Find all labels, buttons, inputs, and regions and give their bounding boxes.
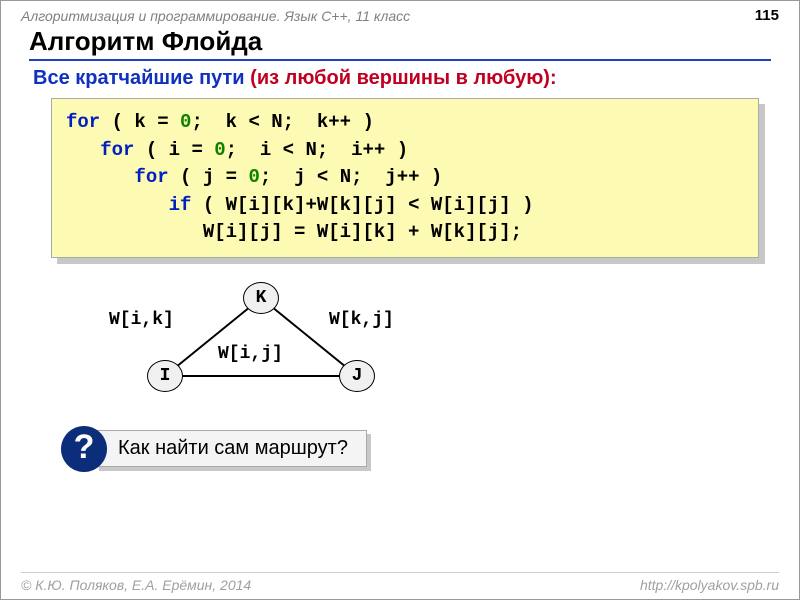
code-l2b: ; i < N; i++ ) xyxy=(226,139,408,161)
code-l3a: ( j = xyxy=(169,166,249,188)
code-box: for ( k = 0; k < N; k++ ) for ( i = 0; i… xyxy=(51,98,759,258)
header-bar: Алгоритмизация и программирование. Язык … xyxy=(1,1,799,26)
graph-diagram: K I J W[i,k] W[k,j] W[i,j] xyxy=(101,278,481,398)
question-mark-icon: ? xyxy=(61,426,107,472)
code-l4: ( W[i][k]+W[k][j] < W[i][j] ) xyxy=(191,194,533,216)
indent-4 xyxy=(66,194,169,216)
num-0-1: 0 xyxy=(180,111,191,133)
subtitle-prefix: Все кратчайшие пути xyxy=(33,67,250,89)
subtitle-paren: (из любой вершины в любую): xyxy=(250,67,556,89)
footer-copyright: © К.Ю. Поляков, Е.А. Ерёмин, 2014 xyxy=(21,577,251,593)
question-row: ? Как найти сам маршрут? xyxy=(61,426,799,472)
kw-for-1: for xyxy=(66,111,100,133)
slide-title: Алгоритм Флойда xyxy=(29,26,771,61)
code-block: for ( k = 0; k < N; k++ ) for ( i = 0; i… xyxy=(51,98,759,258)
edge-label-ij: W[i,j] xyxy=(218,344,283,364)
edge-label-kj: W[k,j] xyxy=(329,310,394,330)
footer: © К.Ю. Поляков, Е.А. Ерёмин, 2014 http:/… xyxy=(21,572,779,593)
kw-for-2: for xyxy=(100,139,134,161)
kw-for-3: for xyxy=(134,166,168,188)
num-0-3: 0 xyxy=(248,166,259,188)
node-k: K xyxy=(243,282,279,314)
subtitle: Все кратчайшие пути (из любой вершины в … xyxy=(33,67,771,90)
code-l1b: ; k < N; k++ ) xyxy=(191,111,373,133)
indent-3 xyxy=(66,166,134,188)
slide: Алгоритмизация и программирование. Язык … xyxy=(0,0,800,600)
course-name: Алгоритмизация и программирование. Язык … xyxy=(21,8,410,24)
question-box-wrap: Как найти сам маршрут? xyxy=(95,430,367,467)
footer-url: http://kpolyakov.spb.ru xyxy=(640,577,779,593)
kw-if: if xyxy=(169,194,192,216)
node-i: I xyxy=(147,360,183,392)
indent-2 xyxy=(66,139,100,161)
edge-label-ik: W[i,k] xyxy=(109,310,174,330)
question-text: Как найти сам маршрут? xyxy=(95,430,367,467)
page-number: 115 xyxy=(755,7,779,24)
code-l5: W[i][j] = W[i][k] + W[k][j]; xyxy=(203,221,522,243)
indent-5 xyxy=(66,221,203,243)
num-0-2: 0 xyxy=(214,139,225,161)
title-text: Алгоритм Флойда xyxy=(29,26,262,56)
code-l2a: ( i = xyxy=(134,139,214,161)
code-l3b: ; j < N; j++ ) xyxy=(260,166,442,188)
node-j: J xyxy=(339,360,375,392)
code-l1a: ( k = xyxy=(100,111,180,133)
